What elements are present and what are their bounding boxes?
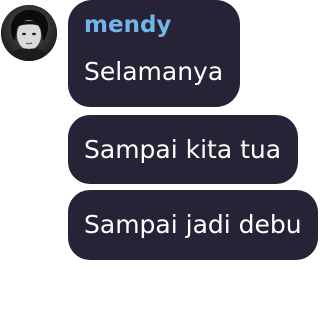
- message-bubble[interactable]: Sampai kita tua: [68, 115, 298, 184]
- message-bubble[interactable]: mendy Selamanya: [68, 0, 240, 107]
- avatar-photo-icon: [1, 5, 57, 61]
- sender-name[interactable]: mendy: [84, 14, 171, 37]
- message-text: Sampai jadi debu: [84, 210, 302, 239]
- message-text: Sampai kita tua: [84, 135, 282, 164]
- sender-avatar[interactable]: [1, 5, 57, 61]
- message-bubble[interactable]: Sampai jadi debu: [68, 190, 318, 260]
- message-text: Selamanya: [84, 57, 224, 86]
